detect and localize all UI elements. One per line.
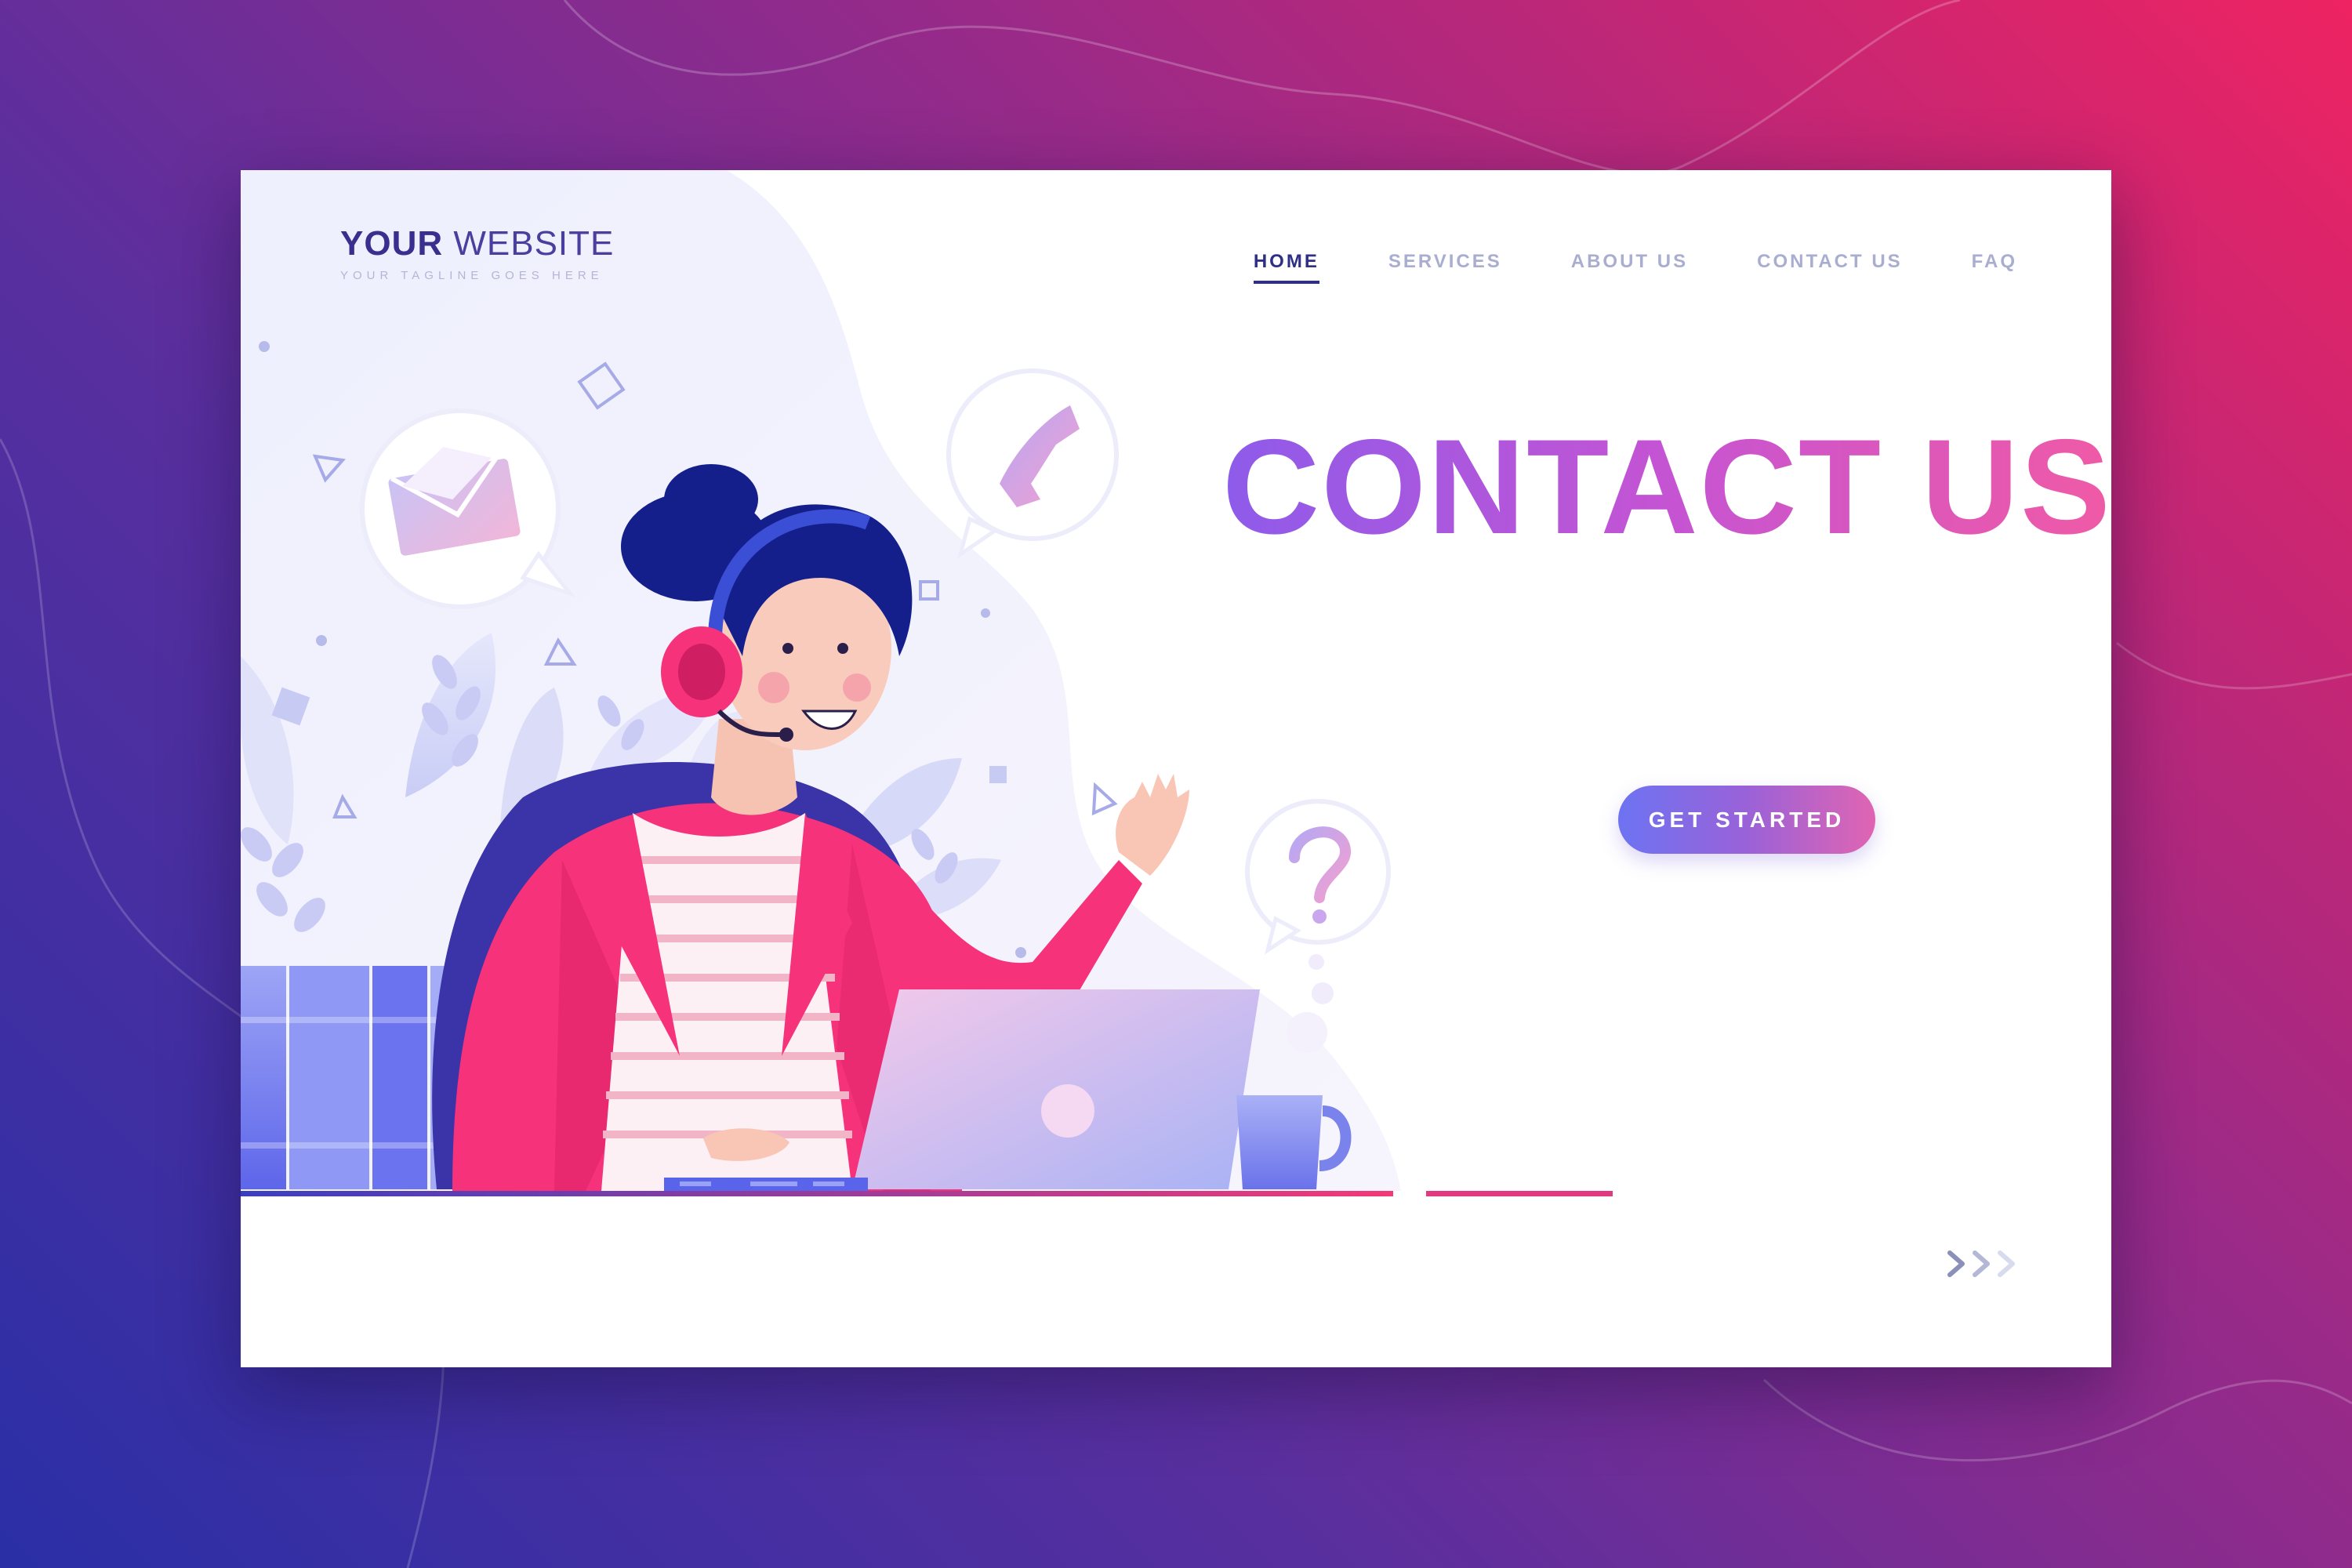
logo-title-light: WEBSITE [443,224,615,263]
nav-item-about-us[interactable]: ABOUT US [1571,251,1688,281]
nav-item-services[interactable]: SERVICES [1388,251,1502,281]
question-mark-icon [1245,799,1391,955]
chevron-right-icon[interactable] [1942,1248,2028,1279]
landing-card: YOUR WEBSITE YOUR TAGLINE GOES HERE HOME… [241,170,2111,1367]
phone-icon [946,368,1119,559]
nav-item-home[interactable]: HOME [1253,251,1319,284]
nav-item-faq[interactable]: FAQ [1972,251,2017,281]
logo-title-bold: YOUR [340,224,444,263]
main-nav: HOME SERVICES ABOUT US CONTACT US FAQ [1253,251,2017,284]
hero-illustration [241,170,1613,1196]
logo-title: YOUR WEBSITE [340,227,614,261]
page-background: YOUR WEBSITE YOUR TAGLINE GOES HERE HOME… [0,0,2352,1568]
site-logo[interactable]: YOUR WEBSITE YOUR TAGLINE GOES HERE [340,227,614,283]
hero-title: CONTACT US [1222,412,2111,562]
nav-item-contact-us[interactable]: CONTACT US [1757,251,1903,281]
desk-line-accent [1426,1191,1613,1196]
desk-line [241,1191,1393,1196]
get-started-button[interactable]: GET STARTED [1618,786,1875,854]
logo-tagline: YOUR TAGLINE GOES HERE [340,269,604,282]
